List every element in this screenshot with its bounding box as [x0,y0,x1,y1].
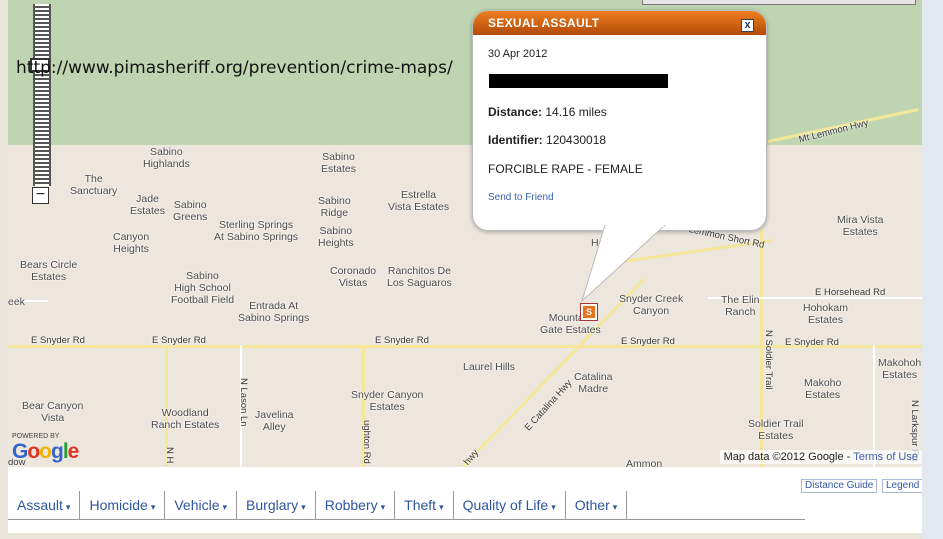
road-label: E Snyder Rd [621,336,675,347]
place-label: Coronado Vistas [330,265,377,289]
tab-label: Other [574,497,610,513]
chevron-down-icon: ▾ [380,502,386,512]
road-label: E Snyder Rd [375,335,429,346]
road-label: E Horsehead Rd [815,287,886,298]
road-label: E Catalina Hwy [522,377,575,434]
tab-burglary[interactable]: Burglary ▾ [237,491,316,519]
marker-letter: S [583,306,595,318]
url-overlay-text: http://www.pimasheriff.org/prevention/cr… [16,58,453,78]
tab-label: Theft [404,497,437,513]
map-type-tabs[interactable] [642,0,916,5]
place-label: Woodland Ranch Estates [151,407,220,431]
place-label: The Elin Ranch [721,294,760,318]
place-label: Makoho Estates [804,377,842,401]
distance-row: Distance: 14.16 miles [488,105,607,119]
page-right-margin [922,0,943,539]
popup-title: SEXUAL ASSAULT [473,11,766,35]
zoom-slider-track[interactable] [33,4,51,186]
place-label: Bears Circle Estates [20,259,78,283]
place-label: Jade Estates [130,193,166,217]
place-label: Soldier Trail Estates [748,418,804,442]
tab-vehicle[interactable]: Vehicle ▾ [165,491,238,519]
place-label: Sabino Estates [321,151,357,175]
place-label: Entrada At Sabino Springs [238,300,310,324]
redacted-address [489,74,668,88]
popup-tail [580,225,666,303]
place-label: Sabino Greens [173,199,208,223]
distance-guide-button[interactable]: Distance Guide [801,479,878,493]
place-label: Canyon Heights [113,231,150,255]
tab-label: Assault [17,497,63,513]
chevron-down-icon: ▾ [222,502,228,512]
tab-label: Burglary [246,497,299,513]
chevron-down-icon: ▾ [301,502,306,512]
road-label: N H [164,447,175,464]
place-label: Sabino Highlands [143,146,190,170]
chevron-down-icon: ▾ [65,502,71,512]
chevron-down-icon: ▾ [612,502,618,512]
place-label: Sterling Springs At Sabino Springs [214,219,299,243]
chevron-down-icon: ▾ [439,502,444,512]
legend-button[interactable]: Legend [882,479,924,493]
road-label: N Soldier Trail [763,330,774,390]
place-label: Sabino Heights [318,225,354,249]
attribution-text: Map data ©2012 Google - [723,451,854,463]
tab-assault[interactable]: Assault ▾ [8,491,81,519]
place-label: Ammon [626,458,663,467]
tab-label: Vehicle [174,497,220,513]
place-label: Mira Vista Estates [837,214,884,238]
identifier-value: 120430018 [546,133,607,147]
tab-robbery[interactable]: Robbery ▾ [316,491,396,519]
road-label: E Snyder Rd [785,337,839,348]
place-label: Laurel Hills [463,361,515,373]
place-label: The Sanctuary [70,173,118,197]
place-label: Javelina Alley [255,409,294,433]
incident-date: 30 Apr 2012 [488,48,548,60]
chevron-down-icon: ▾ [150,502,156,512]
road-label: E Snyder Rd [31,335,85,346]
crime-category-tabs: Assault ▾ Homicide ▾ Vehicle ▾ Burglary ▾ Ro… [8,491,805,520]
identifier-label: Identifier: [488,133,543,147]
road-label: E Snyder Rd [152,335,206,346]
tab-quality-of-life[interactable]: Quality of Life ▾ [454,491,566,519]
place-label: Makohoh Estates [878,357,922,381]
place-label: Catalina Madre [574,371,613,395]
category-panel: Distance Guide Legend Assault ▾ Homicide ▾… [8,467,924,533]
edge-label: dow [8,457,26,467]
chevron-down-icon: ▾ [551,502,556,512]
tab-homicide[interactable]: Homicide ▾ [80,491,166,519]
place-label: Snyder Canyon Estates [351,389,424,413]
tab-label: Quality of Life [462,497,549,513]
tab-other[interactable]: Other ▾ [566,491,628,519]
send-to-friend-link[interactable]: Send to Friend [488,192,554,203]
place-label: eek [8,296,25,308]
incident-description: FORCIBLE RAPE - FEMALE [488,162,643,176]
distance-label: Distance: [488,105,543,119]
tab-label: Homicide [89,497,148,513]
tab-theft[interactable]: Theft ▾ [395,491,454,519]
place-label: Sabino Ridge [318,195,351,219]
identifier-row: Identifier: 120430018 [488,133,606,147]
place-label: Ranchitos De Los Saguaros [387,265,452,289]
road-label: ughton Rd [361,420,372,464]
place-label: Sabino High School Football Field [171,270,235,306]
tab-label: Robbery [324,497,378,513]
close-icon[interactable]: x [741,19,754,32]
distance-value: 14.16 miles [545,105,607,119]
incident-marker[interactable]: S [580,303,598,321]
incident-popup: SEXUAL ASSAULT x 30 Apr 2012 Distance: 1… [472,10,767,231]
place-label: Hohokam Estates [803,302,848,326]
zoom-out-button[interactable]: − [32,187,49,204]
terms-of-use-link[interactable]: Terms of Use [853,451,918,463]
place-label: Estrella Vista Estates [388,189,450,213]
map-attribution: Map data ©2012 Google - Terms of Use [719,450,922,464]
local-street [873,345,875,467]
place-label: Bear Canyon Vista [22,400,84,424]
road-label: N Lason Ln [238,378,249,427]
